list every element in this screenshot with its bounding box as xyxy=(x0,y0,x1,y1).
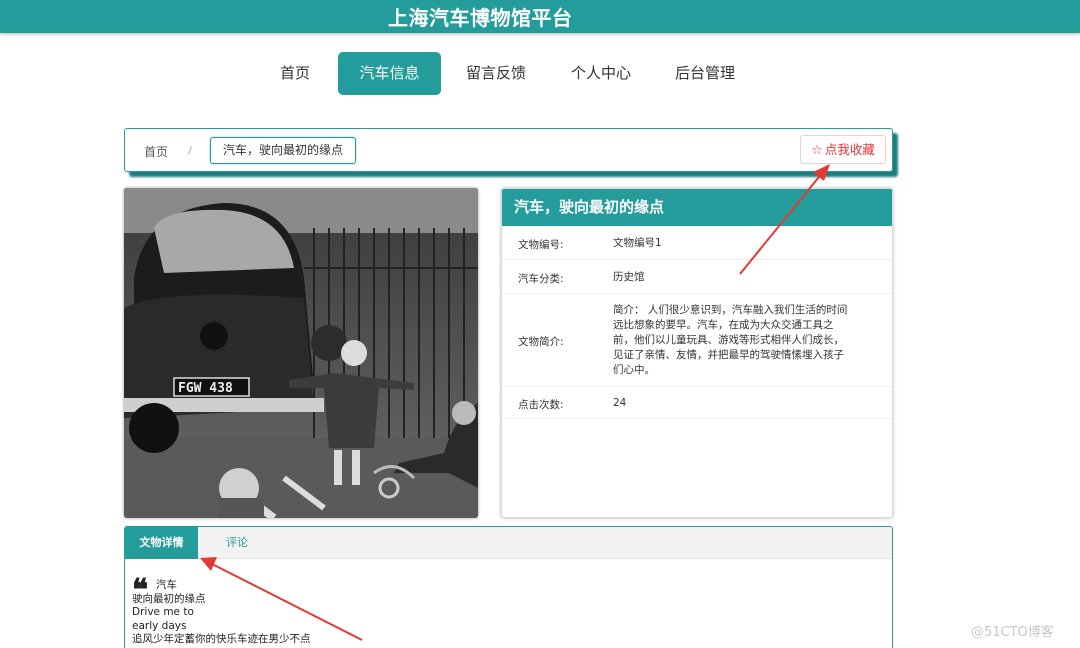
info-value: 历史馆 xyxy=(613,271,645,283)
artifact-detail-content: ❝ 汽车 驶向最初的缘点 Drive me to early days 追风少年… xyxy=(132,573,311,647)
info-value: 文物编号1 xyxy=(613,237,662,249)
artifact-title: 汽车，驶向最初的缘点 xyxy=(502,189,892,226)
nav-item-home[interactable]: 首页 xyxy=(266,52,324,95)
info-row-id: 文物编号: 文物编号1 xyxy=(502,226,892,260)
artifact-info-panel: 汽车，驶向最初的缘点 文物编号: 文物编号1 汽车分类: 历史馆 文物简介: 简… xyxy=(501,188,893,518)
detail-line: early days xyxy=(132,619,187,632)
watermark: @51CTO博客 xyxy=(971,625,1054,640)
favorite-button[interactable]: ☆ 点我收藏 xyxy=(800,135,886,164)
description-line: 远比想象的要早。汽车，在成为大众交通工具之 xyxy=(613,319,834,331)
main-nav: 首页 汽车信息 留言反馈 个人中心 后台管理 xyxy=(0,52,1080,95)
license-plate: FGW 438 xyxy=(178,381,233,396)
favorite-label: 点我收藏 xyxy=(824,142,875,157)
info-key: 点击次数: xyxy=(518,399,564,411)
detail-line: 追风少年定蓄你的快乐车迹在男少不点 xyxy=(132,633,311,645)
description-line: 前，他们以儿童玩具、游戏等形式相伴人们成长， xyxy=(613,334,844,346)
breadcrumb-separator: / xyxy=(188,144,192,157)
description-line: 见证了亲情、友情，并把最早的驾驶情愫埋入孩子 xyxy=(613,349,844,361)
nav-item-personal-center[interactable]: 个人中心 xyxy=(561,52,641,95)
description-line: 简介： 人们很少意识到，汽车融入我们生活的时间 xyxy=(613,304,848,316)
tab-comments[interactable]: 评论 xyxy=(213,527,261,559)
car-photo: FGW 438 xyxy=(124,188,478,518)
star-outline-icon: ☆ xyxy=(811,143,823,158)
detail-line: 汽车 xyxy=(156,579,177,591)
nav-item-admin[interactable]: 后台管理 xyxy=(665,52,745,95)
nav-item-car-info[interactable]: 汽车信息 xyxy=(338,52,441,95)
nav-item-feedback[interactable]: 留言反馈 xyxy=(456,52,536,95)
info-key: 文物简介: xyxy=(518,336,564,348)
tab-bar: 文物详情 评论 xyxy=(125,527,892,559)
site-title: 上海汽车博物馆平台 xyxy=(388,6,573,30)
top-header-bar: 上海汽车博物馆平台 xyxy=(0,0,1080,33)
description-line: 们心中。 xyxy=(613,364,655,376)
breadcrumb: 首页 / 汽车，驶向最初的缘点 ☆ 点我收藏 xyxy=(124,128,893,172)
tab-artifact-detail[interactable]: 文物详情 xyxy=(125,527,198,559)
detail-line: Drive me to xyxy=(132,606,194,618)
info-row-category: 汽车分类: 历史馆 xyxy=(502,260,892,294)
info-value: 24 xyxy=(613,397,627,409)
detail-tabs: 文物详情 评论 ❝ 汽车 驶向最初的缘点 Drive me to early d… xyxy=(124,526,893,648)
info-row-description: 文物简介: 简介： 人们很少意识到，汽车融入我们生活的时间 远比想象的要早。汽车… xyxy=(502,294,892,387)
car-photo-illustration: FGW 438 xyxy=(124,188,478,518)
detail-line: 驶向最初的缘点 xyxy=(132,592,206,605)
quote-mark-icon: ❝ xyxy=(132,573,149,608)
info-key: 文物编号: xyxy=(518,239,564,251)
info-key: 汽车分类: xyxy=(518,273,564,285)
info-value-description: 简介： 人们很少意识到，汽车融入我们生活的时间 远比想象的要早。汽车，在成为大众… xyxy=(613,303,863,378)
breadcrumb-home-link[interactable]: 首页 xyxy=(144,143,168,160)
info-row-clicks: 点击次数: 24 xyxy=(502,387,892,419)
breadcrumb-current: 汽车，驶向最初的缘点 xyxy=(210,137,357,164)
